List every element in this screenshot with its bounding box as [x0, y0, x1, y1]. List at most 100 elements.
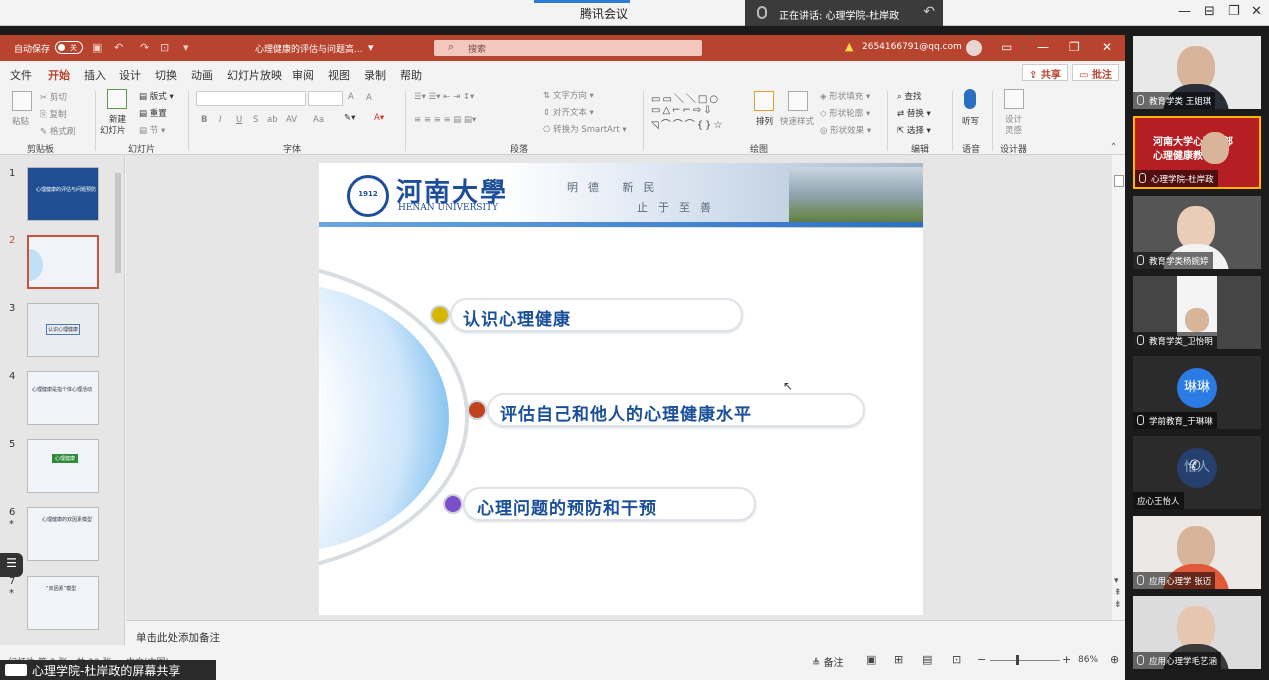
shape-fill-button[interactable]: ◈ 形状填充 ▾ [820, 90, 870, 102]
tab-review[interactable]: 审阅 [292, 67, 314, 83]
meeting-toolbar-toggle[interactable]: ☰ [0, 553, 23, 577]
participant-tile[interactable]: 怡人 ✆ 应心王怡人 [1133, 436, 1261, 509]
slide-nav-arrows[interactable]: ▾ ⇞ ⇟ [1114, 575, 1122, 611]
tab-home[interactable]: 开始 [48, 67, 70, 88]
quick-styles-icon[interactable] [788, 91, 808, 111]
italic-button[interactable]: I [219, 115, 222, 125]
bullets-icon[interactable]: ☰▾ ☰▾ ⇤ ⇥ ↕▾ [414, 92, 474, 102]
tab-slideshow[interactable]: 幻灯片放映 [227, 67, 282, 83]
zoom-slider[interactable] [990, 660, 1060, 661]
speaking-indicator[interactable]: 正在讲话: 心理学院-杜岸政 ↶ [745, 0, 943, 26]
slide-thumbnail-5[interactable]: 心理健康 [27, 439, 99, 493]
slide-thumbnail-4[interactable]: 心理健康是指个体心理活动 [27, 371, 99, 425]
tab-record[interactable]: 录制 [364, 67, 386, 83]
redo-icon[interactable]: ↷ [140, 41, 149, 54]
new-slide-label2[interactable]: 幻灯片 [100, 124, 126, 136]
account-avatar[interactable] [966, 40, 982, 56]
zoom-out-icon[interactable]: − [977, 653, 986, 666]
shrink-font-button[interactable]: A [366, 93, 372, 103]
quick-styles-label[interactable]: 快速样式 [780, 115, 814, 127]
select-button[interactable]: ⇱ 选择 ▾ [897, 124, 931, 136]
dictate-label[interactable]: 听写 [962, 115, 979, 127]
paste-icon[interactable] [12, 91, 32, 111]
zoom-slider-thumb[interactable] [1016, 655, 1019, 665]
section-button[interactable]: ▤ 节 ▾ [139, 124, 165, 136]
zoom-in-icon[interactable]: + [1062, 653, 1071, 666]
present-icon[interactable]: ⊡ [160, 41, 169, 54]
shapes-gallery[interactable]: ▭▭＼＼□○ ▭△⌐⌐⇨⇩ ◹⌒⌒⌒{}☆ [651, 90, 724, 131]
customize-icon[interactable]: ▾ [183, 41, 189, 54]
format-painter-button[interactable]: ✎ 格式刷 [40, 125, 75, 137]
participant-tile[interactable]: 教育学类 王姐琪 [1133, 36, 1261, 109]
design-ideas-icon[interactable] [1004, 89, 1024, 109]
zoom-level[interactable]: 86% [1078, 655, 1098, 665]
participant-tile[interactable]: 教育学类杨婉婷 [1133, 196, 1261, 269]
highlight-icon[interactable]: ✎▾ [344, 113, 355, 123]
replace-button[interactable]: ⇄ 替换 ▾ [897, 107, 931, 119]
scrollbar-thumb[interactable] [115, 173, 121, 273]
notes-toggle[interactable]: ≜ 备注 [812, 654, 844, 669]
ribbon-display-icon[interactable]: ▭ [1001, 40, 1012, 54]
compact-icon[interactable]: ⊟ [1204, 4, 1215, 19]
layout-button[interactable]: ▤ 版式 ▾ [139, 90, 174, 102]
account-email[interactable]: 2654166791@qq.com [862, 42, 962, 52]
thumbnail-scrollbar[interactable] [114, 163, 122, 643]
autosave-toggle[interactable]: 关 [55, 41, 83, 54]
slide-thumbnail-6[interactable]: 心理健康的双因素模型 [27, 507, 99, 561]
text-direction-button[interactable]: ⇅ 文字方向 ▾ [543, 89, 594, 101]
normal-view-icon[interactable]: ▣ [866, 653, 876, 666]
tab-transitions[interactable]: 切换 [155, 67, 177, 83]
tab-help[interactable]: 帮助 [400, 67, 422, 83]
minimize-icon[interactable]: — [1178, 4, 1191, 19]
document-title[interactable]: 心理健康的评估与问题高... [255, 42, 363, 55]
participant-tile[interactable]: 应用心理学毛艺涵 [1133, 596, 1261, 669]
slide-sorter-icon[interactable]: ⊞ [894, 653, 903, 666]
paste-label[interactable]: 粘贴 [12, 115, 29, 127]
smartart-button[interactable]: ⎔ 转换为 SmartArt ▾ [543, 123, 627, 135]
slide-thumbnail-2[interactable] [27, 235, 99, 289]
find-button[interactable]: ⌕ 查找 [897, 90, 921, 102]
comments-button[interactable]: ▭ 批注 [1072, 64, 1119, 81]
change-case-button[interactable]: Aa [313, 115, 324, 125]
arrange-label[interactable]: 排列 [756, 115, 773, 127]
tab-design[interactable]: 设计 [119, 67, 141, 83]
font-color-icon[interactable]: A▾ [374, 113, 384, 123]
current-slide[interactable]: 1912 河南大學 HENAN UNIVERSITY 明德 新民 止于至善 认识… [319, 163, 923, 615]
tab-file[interactable]: 文件 [10, 67, 32, 83]
ppt-close-icon[interactable]: ✕ [1102, 40, 1112, 54]
shadow-button[interactable]: ab [267, 115, 278, 125]
participant-tile[interactable]: 应用心理学 张迈 [1133, 516, 1261, 589]
font-family-select[interactable] [196, 91, 306, 106]
arrange-icon[interactable] [754, 91, 774, 111]
grow-font-button[interactable]: A [348, 92, 354, 102]
slideshow-icon[interactable]: ⊡ [952, 653, 961, 666]
tab-insert[interactable]: 插入 [84, 67, 106, 83]
undo-icon[interactable]: ↶ [114, 41, 123, 54]
fit-to-window-icon[interactable]: ⊕ [1110, 653, 1119, 666]
char-spacing-button[interactable]: AV [286, 115, 297, 125]
shape-outline-button[interactable]: ◇ 形状轮廓 ▾ [820, 107, 870, 119]
microphone-icon[interactable] [964, 89, 976, 109]
ppt-minimize-icon[interactable]: — [1037, 40, 1049, 54]
strikethrough-button[interactable]: S [253, 115, 258, 125]
save-icon[interactable]: ▣ [92, 41, 102, 54]
title-dropdown-icon[interactable]: ▾ [368, 41, 374, 54]
align-text-button[interactable]: ⇕ 对齐文本 ▾ [543, 106, 594, 118]
design-ideas-label2[interactable]: 灵感 [1005, 124, 1022, 136]
close-icon[interactable]: ✕ [1251, 4, 1262, 19]
font-size-select[interactable] [308, 91, 343, 106]
warning-icon[interactable]: ▲ [845, 40, 853, 53]
tab-animations[interactable]: 动画 [191, 67, 213, 83]
slide-thumbnail-3[interactable]: 认识心理健康 [27, 303, 99, 357]
shape-effects-button[interactable]: ◎ 形状效果 ▾ [820, 124, 871, 136]
tab-view[interactable]: 视图 [328, 67, 350, 83]
new-slide-icon[interactable] [107, 89, 127, 109]
back-icon[interactable]: ↶ [923, 4, 935, 20]
participant-tile[interactable]: 琳琳 学前教育_于琳琳 [1133, 356, 1261, 429]
reset-button[interactable]: ▤ 重置 [139, 107, 167, 119]
slide-thumbnail-1[interactable]: 心理健康的评估与问题预防 [27, 167, 99, 221]
alignment-icons[interactable]: ≡ ≡ ≡ ≡ ▤ ▤▾ [414, 115, 476, 125]
share-button[interactable]: ⇪ 共享 [1022, 64, 1068, 81]
copy-button[interactable]: ⎘ 复制 [40, 108, 67, 120]
notes-pane[interactable]: 单击此处添加备注 [126, 620, 1125, 650]
